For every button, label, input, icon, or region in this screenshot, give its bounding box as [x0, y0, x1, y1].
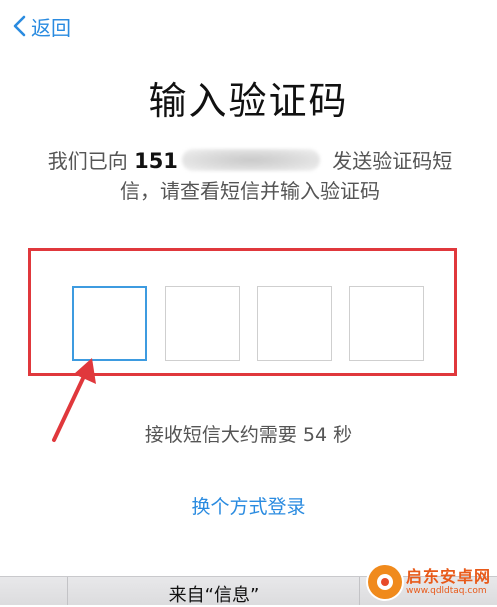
watermark: 启东安卓网 www.qdldtaq.com	[368, 562, 491, 602]
watermark-text: 启东安卓网 www.qdldtaq.com	[406, 566, 492, 596]
suggestion-cell-left[interactable]	[0, 577, 68, 605]
phone-number-masked	[181, 149, 320, 171]
code-digit-box-4[interactable]	[349, 286, 424, 361]
watermark-logo-icon	[368, 565, 402, 599]
chevron-left-icon	[13, 15, 26, 37]
page-title: 输入验证码	[148, 79, 349, 123]
back-label: 返回	[31, 15, 71, 40]
sms-description: 我们已向 151 发送验证码短信，请查看短信并输入验证码	[30, 146, 470, 206]
code-digit-box-2[interactable]	[165, 286, 240, 361]
watermark-name: 启东安卓网	[406, 566, 492, 586]
description-prefix: 我们已向	[47, 149, 135, 173]
sms-timer-text: 接收短信大约需要 54 秒	[144, 424, 353, 446]
back-button[interactable]: 返回	[12, 10, 71, 42]
code-digit-box-3[interactable]	[257, 286, 332, 361]
phone-number-visible: 151	[134, 149, 178, 173]
suggestion-from-messages[interactable]: 来自“信息”	[68, 581, 360, 607]
watermark-url: www.qdldtaq.com	[406, 585, 487, 596]
switch-login-method-link[interactable]: 换个方式登录	[0, 492, 497, 519]
